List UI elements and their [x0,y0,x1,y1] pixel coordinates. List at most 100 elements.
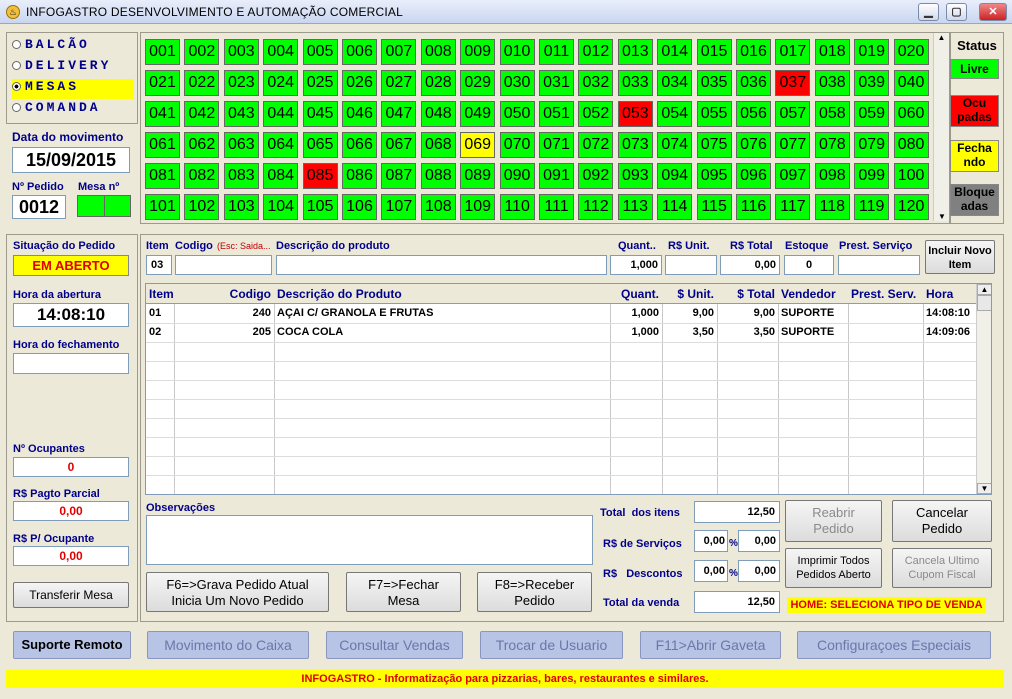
mode-radio-comanda[interactable]: COMANDA [12,100,134,120]
table-004[interactable]: 004 [263,39,299,65]
table-018[interactable]: 018 [814,39,850,65]
items-grid-scrollbar[interactable]: ▲ ▼ [976,284,991,494]
table-062[interactable]: 062 [184,132,220,158]
table-014[interactable]: 014 [657,39,693,65]
table-107[interactable]: 107 [381,194,417,220]
table-097[interactable]: 097 [775,163,811,189]
table-row[interactable]: 01 240 AÇAI C/ GRANOLA E FRUTAS 1,000 9,00 9,… [146,304,976,323]
table-059[interactable]: 059 [854,101,890,127]
table-108[interactable]: 108 [420,194,456,220]
per-occupant-field[interactable]: 0,00 [13,546,129,566]
table-008[interactable]: 008 [420,39,456,65]
close-button[interactable]: ✕ [979,3,1007,21]
table-056[interactable]: 056 [736,101,771,127]
table-094[interactable]: 094 [657,163,693,189]
table-077[interactable]: 077 [775,132,811,158]
table-013[interactable]: 013 [617,39,653,65]
add-item-button[interactable]: Incluir Novo Item [925,240,995,274]
table-055[interactable]: 055 [696,101,732,127]
table-120[interactable]: 120 [893,194,929,220]
table-084[interactable]: 084 [263,163,299,189]
table-016[interactable]: 016 [736,39,771,65]
table-058[interactable]: 058 [814,101,850,127]
table-027[interactable]: 027 [381,70,417,96]
date-field[interactable]: 15/09/2015 [12,147,130,173]
table-063[interactable]: 063 [223,132,259,158]
entry-stock-field[interactable]: 0 [784,255,834,275]
table-113[interactable]: 113 [617,194,653,220]
cash-movement-button[interactable]: Movimento do Caixa [147,631,309,659]
grid-header-cell[interactable]: $ Unit. [662,285,717,304]
grid-scroll-up-icon[interactable]: ▲ [977,284,991,295]
print-open-orders-button[interactable]: Imprimir Todos Pedidos Aberto [785,548,882,588]
table-026[interactable]: 026 [342,70,377,96]
table-060[interactable]: 060 [893,101,929,127]
table-010[interactable]: 010 [499,39,535,65]
scroll-up-icon[interactable]: ▲ [934,33,949,42]
close-time-field[interactable] [13,353,129,374]
discounts-percent-field[interactable]: 0,00 [694,560,728,582]
table-036[interactable]: 036 [736,70,771,96]
table-025[interactable]: 025 [302,70,338,96]
occupants-field[interactable]: 0 [13,457,129,477]
special-settings-button[interactable]: Configuraçoes Especiais [797,631,991,659]
grid-header-cell[interactable]: Hora [923,285,976,304]
table-076[interactable]: 076 [736,132,771,158]
table-037[interactable]: 037 [775,70,811,96]
table-112[interactable]: 112 [578,194,614,220]
radio-dot-icon[interactable] [12,61,21,71]
table-050[interactable]: 050 [499,101,535,127]
table-052[interactable]: 052 [578,101,614,127]
table-005[interactable]: 005 [302,39,338,65]
table-002[interactable]: 002 [184,39,220,65]
table-061[interactable]: 061 [145,132,180,158]
grid-scroll-down-icon[interactable]: ▼ [977,483,991,494]
radio-dot-icon[interactable] [12,103,21,113]
table-085[interactable]: 085 [302,163,338,189]
table-118[interactable]: 118 [814,194,850,220]
table-101[interactable]: 101 [145,194,180,220]
table-066[interactable]: 066 [342,132,377,158]
table-074[interactable]: 074 [657,132,693,158]
table-070[interactable]: 070 [499,132,535,158]
table-064[interactable]: 064 [263,132,299,158]
table-038[interactable]: 038 [814,70,850,96]
partial-payment-field[interactable]: 0,00 [13,501,129,521]
table-023[interactable]: 023 [223,70,259,96]
table-111[interactable]: 111 [539,194,574,220]
grid-scroll-thumb[interactable] [977,295,991,311]
entry-total-field[interactable]: 0,00 [720,255,780,275]
table-086[interactable]: 086 [342,163,377,189]
table-081[interactable]: 081 [145,163,180,189]
mode-radio-mesas[interactable]: MESAS [12,79,134,99]
table-069[interactable]: 069 [460,132,496,158]
table-095[interactable]: 095 [696,163,732,189]
table-073[interactable]: 073 [617,132,653,158]
services-percent-field[interactable]: 0,00 [694,530,728,552]
table-019[interactable]: 019 [854,39,890,65]
grid-header-cell[interactable]: Vendedor [778,285,848,304]
grid-header-cell[interactable]: Quant. [610,285,662,304]
grid-header-cell[interactable]: Item [146,285,174,304]
close-table-button[interactable]: F7=>Fechar Mesa [346,572,461,612]
table-029[interactable]: 029 [460,70,496,96]
table-083[interactable]: 083 [223,163,259,189]
table-104[interactable]: 104 [263,194,299,220]
table-087[interactable]: 087 [381,163,417,189]
discounts-value-field[interactable]: 0,00 [738,560,780,582]
remote-support-button[interactable]: Suporte Remoto [13,631,131,659]
table-089[interactable]: 089 [460,163,496,189]
table-044[interactable]: 044 [263,101,299,127]
table-046[interactable]: 046 [342,101,377,127]
table-091[interactable]: 091 [539,163,574,189]
open-drawer-button[interactable]: F11>Abrir Gaveta [640,631,781,659]
table-099[interactable]: 099 [854,163,890,189]
table-041[interactable]: 041 [145,101,180,127]
table-012[interactable]: 012 [578,39,614,65]
table-020[interactable]: 020 [893,39,929,65]
table-116[interactable]: 116 [736,194,771,220]
table-022[interactable]: 022 [184,70,220,96]
grid-header-cell[interactable]: Codigo [174,285,274,304]
table-015[interactable]: 015 [696,39,732,65]
save-order-button[interactable]: F6=>Grava Pedido Atual Inicia Um Novo Pe… [146,572,329,612]
